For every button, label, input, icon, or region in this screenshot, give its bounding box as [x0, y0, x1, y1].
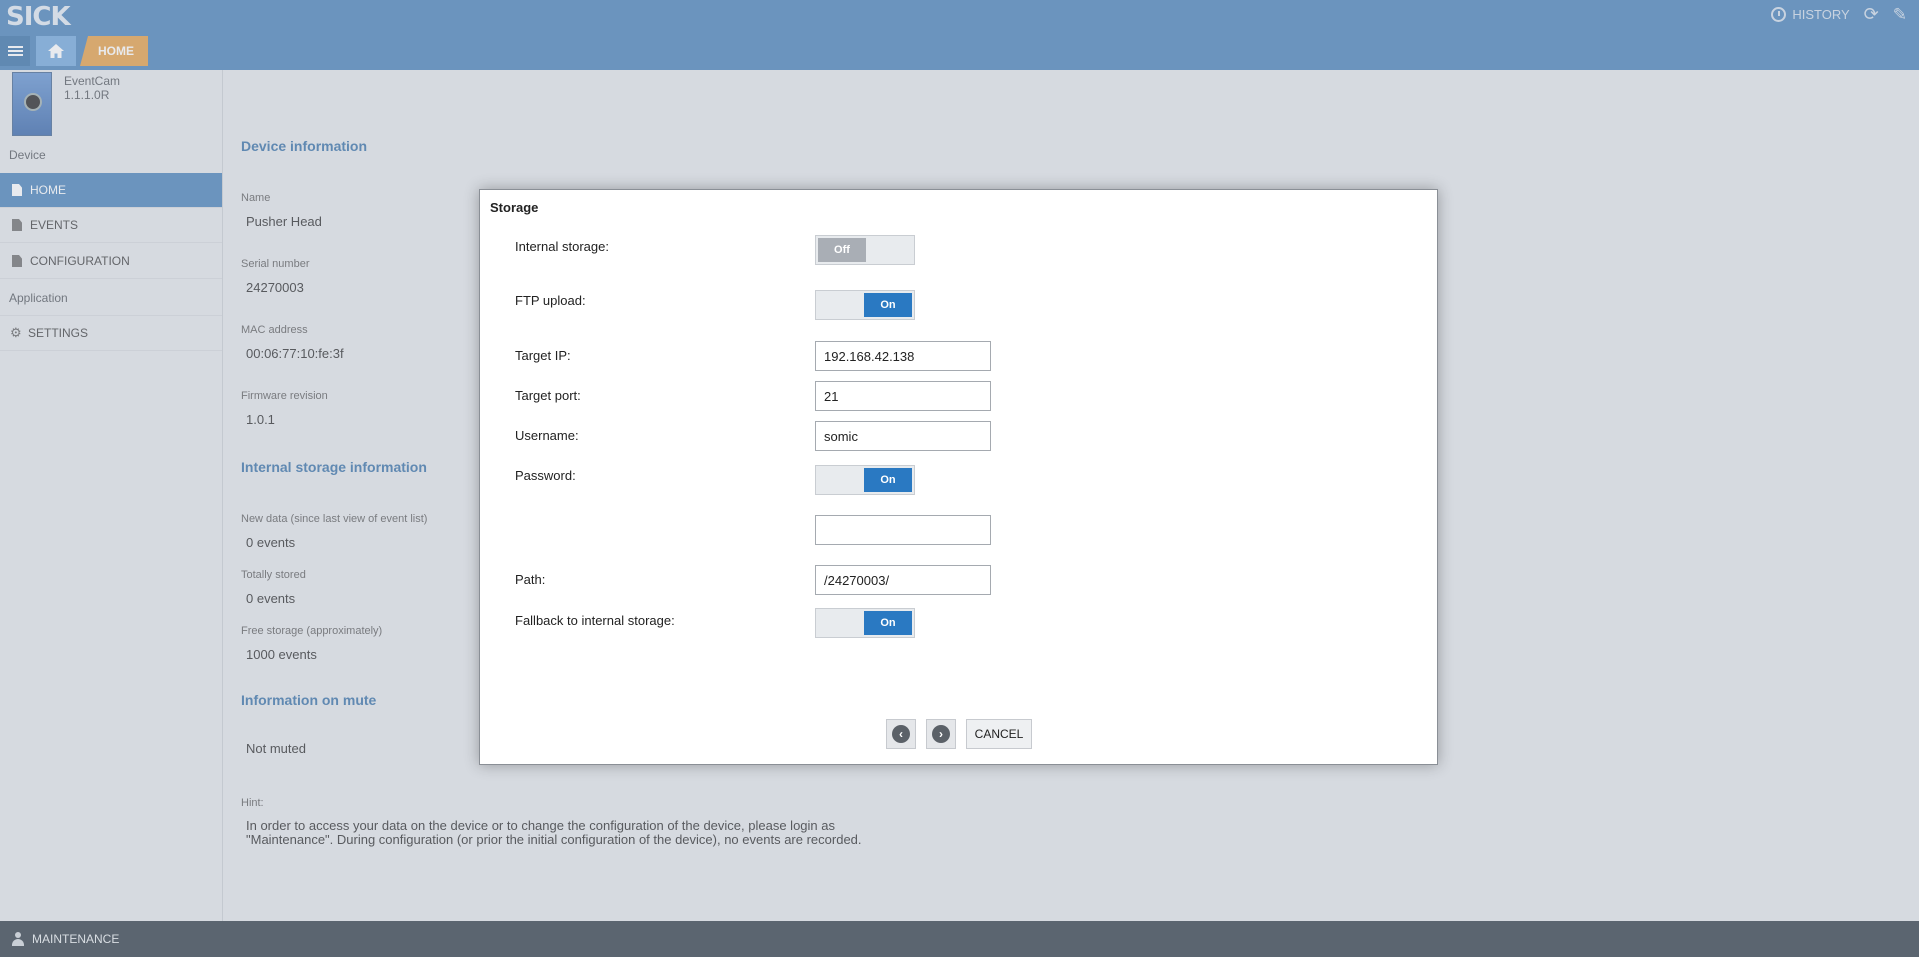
toggle-state: On	[864, 468, 912, 492]
target-ip-input[interactable]	[815, 341, 991, 371]
internal-storage-toggle[interactable]: Off	[815, 235, 915, 265]
password-toggle[interactable]: On	[815, 465, 915, 495]
ftp-upload-label: FTP upload:	[515, 293, 586, 308]
fallback-label: Fallback to internal storage:	[515, 613, 675, 628]
dialog-title: Storage	[490, 200, 539, 215]
internal-storage-label: Internal storage:	[515, 239, 609, 254]
username-label: Username:	[515, 428, 579, 443]
ftp-upload-toggle[interactable]: On	[815, 290, 915, 320]
status-footer: MAINTENANCE	[0, 921, 1919, 957]
path-label: Path:	[515, 572, 546, 587]
path-input[interactable]	[815, 565, 991, 595]
target-port-label: Target port:	[515, 388, 581, 403]
cancel-button[interactable]: CANCEL	[966, 719, 1032, 749]
storage-dialog: Storage Internal storage: Off FTP upload…	[479, 189, 1438, 765]
user-icon	[12, 932, 24, 946]
previous-button[interactable]: ‹	[886, 719, 916, 749]
toggle-state: On	[864, 611, 912, 635]
password-input[interactable]	[815, 515, 991, 545]
target-ip-label: Target IP:	[515, 348, 571, 363]
username-input[interactable]	[815, 421, 991, 451]
chevron-right-icon: ›	[932, 725, 950, 743]
chevron-left-icon: ‹	[892, 725, 910, 743]
toggle-state: Off	[818, 238, 866, 262]
target-port-input[interactable]	[815, 381, 991, 411]
password-label: Password:	[515, 468, 576, 483]
next-button[interactable]: ›	[926, 719, 956, 749]
user-role-label[interactable]: MAINTENANCE	[32, 932, 119, 946]
toggle-state: On	[864, 293, 912, 317]
fallback-toggle[interactable]: On	[815, 608, 915, 638]
